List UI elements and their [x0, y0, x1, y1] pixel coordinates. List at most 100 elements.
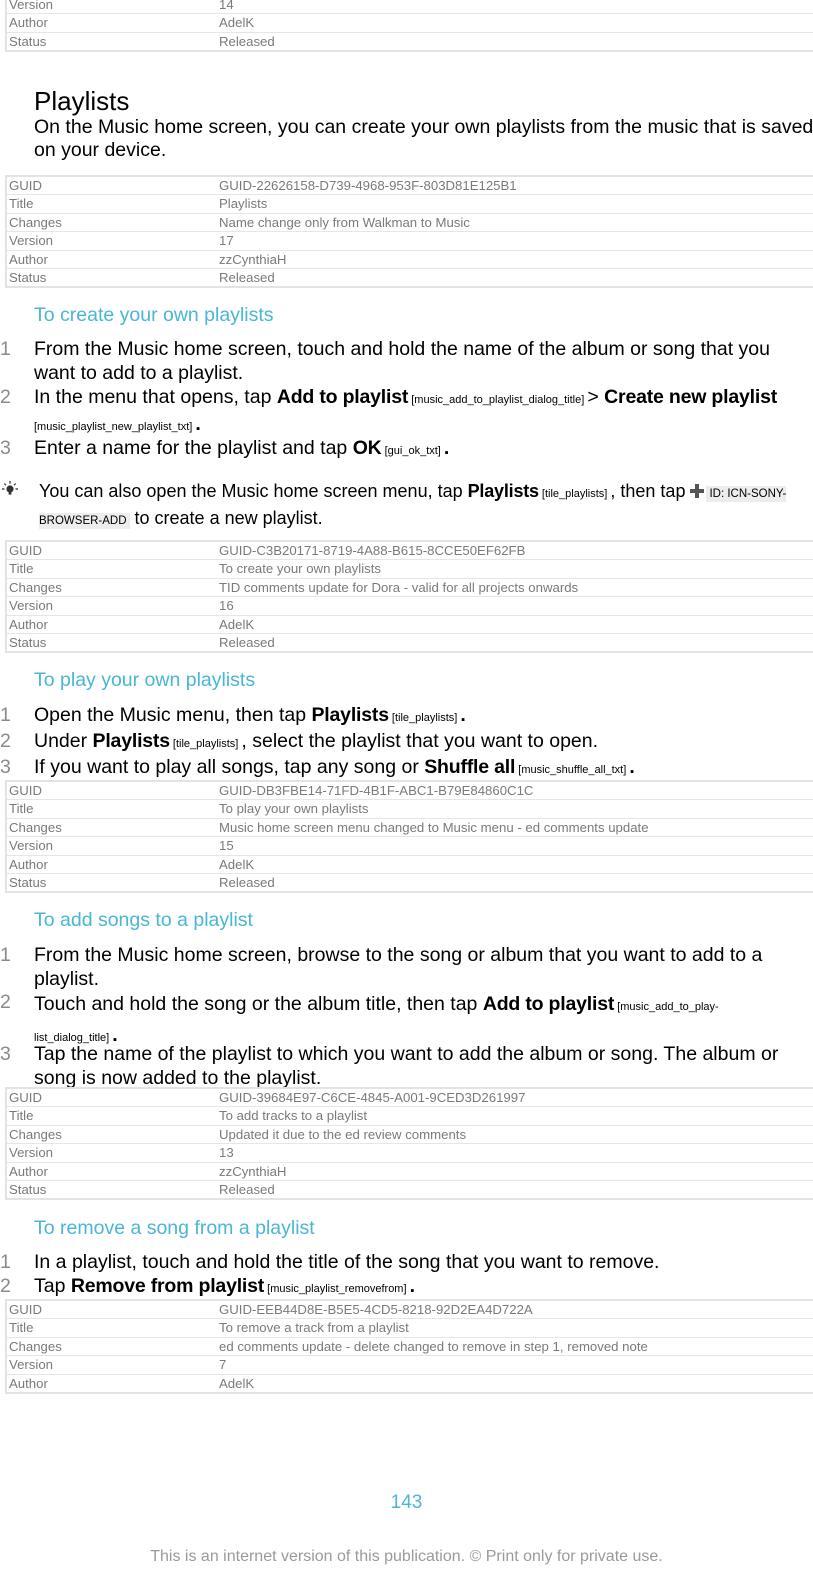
metadata-key: Author: [9, 1375, 48, 1391]
step-number: 2: [0, 730, 11, 752]
step-text: Enter a name for the playlist and tap OK…: [34, 436, 780, 463]
metadata-key: GUID: [9, 178, 42, 193]
step-text-part: , select the playlist that you want to o…: [241, 730, 599, 752]
metadata-value: GUID-EEB44D8E-B5E5-4CD5-8218-92D2EA4D722…: [219, 1302, 533, 1317]
metadata-value: AdelK: [219, 15, 255, 31]
step-number: 3: [0, 756, 11, 778]
heading-create-playlists: To create your own playlists: [34, 304, 274, 326]
metadata-value: 13: [219, 1145, 234, 1161]
metadata-row: Changes TID comments update for Dora - va…: [7, 577, 813, 596]
step-text-part: Tap: [34, 1275, 71, 1297]
step-text-part: Touch and hold the song or the album tit…: [34, 993, 483, 1015]
metadata-key: Version: [9, 598, 53, 614]
metadata-row: Title Playlists: [7, 194, 813, 212]
play-step-2: 2 Under Playlists [tile_playlists] , sel…: [0, 729, 780, 756]
metadata-row: Changes ed comments update - delete chang…: [7, 1336, 813, 1355]
step-text: From the Music home screen, browse to th…: [34, 944, 763, 990]
metadata-value: 16: [219, 598, 234, 614]
metadata-value: Updated it due to the ed review comments: [219, 1126, 467, 1142]
metadata-value: To remove a track from a playlist: [219, 1320, 409, 1336]
step-number: 2: [0, 991, 11, 1013]
metadata-row: Status Released: [7, 31, 813, 50]
heading-remove-song: To remove a song from a playlist: [34, 1217, 315, 1239]
ui-label-create-new-playlist: Create new playlist: [604, 386, 778, 408]
string-id-tag: [music_shuffle_all_txt]: [515, 764, 630, 776]
metadata-key: Author: [9, 856, 48, 872]
metadata-row: Author AdelK: [7, 614, 813, 633]
page-number: 143: [390, 1492, 423, 1513]
metadata-table-playlists: GUID GUID-22626158-D739-4968-953F-803D81E…: [5, 175, 813, 289]
play-step-3: 3 If you want to play all songs, tap any…: [0, 755, 780, 782]
metadata-value: GUID-DB3FBE14-71FD-4B1F-ABC1-B79E84860C1…: [219, 783, 534, 798]
metadata-key: Status: [9, 874, 47, 890]
metadata-row: Author zzCynthiaH: [7, 249, 813, 268]
step-number: 3: [0, 1043, 11, 1065]
metadata-value: AdelK: [219, 616, 255, 632]
metadata-value: AdelK: [219, 856, 255, 872]
metadata-row: Version 16: [7, 596, 813, 614]
metadata-table-add: GUID GUID-39684E97-C6CE-4845-A001-9CED3D2…: [5, 1087, 813, 1201]
metadata-key: Changes: [9, 214, 62, 230]
ui-label-ok: OK: [352, 437, 382, 459]
ui-label-add-to-playlist: Add to playlist: [276, 386, 409, 408]
ui-label-remove-from-playlist: Remove from playlist: [70, 1275, 265, 1297]
metadata-key: Author: [9, 251, 48, 267]
string-id-tag: [music_add_to_playlist_dialog_title]: [408, 394, 588, 406]
step-text-part: .: [629, 756, 635, 778]
step-number: 1: [0, 704, 11, 726]
metadata-key: GUID: [9, 783, 42, 798]
metadata-row: GUID GUID-EEB44D8E-B5E5-4CD5-8218-92D2EA4…: [7, 1301, 813, 1318]
create-step-1: 1 From the Music home screen, touch and …: [0, 337, 780, 385]
metadata-value: Playlists: [219, 196, 268, 212]
metadata-row: Version 15: [7, 836, 813, 854]
metadata-row: Status Released: [7, 872, 813, 891]
lightbulb-icon: [2, 481, 18, 495]
step-text-part: Enter a name for the playlist and tap: [34, 437, 353, 459]
metadata-key: Title: [9, 801, 34, 817]
tip-text-part: to create a new playlist.: [129, 508, 323, 528]
metadata-table-create: GUID GUID-C3B20171-8719-4A88-B615-8CCE50E…: [5, 540, 813, 654]
metadata-value: GUID-22626158-D739-4968-953F-803D81E125B…: [219, 178, 517, 193]
metadata-value: GUID-C3B20171-8719-4A88-B615-8CCE50EF62F…: [219, 543, 526, 558]
metadata-key: Version: [9, 838, 53, 854]
metadata-key: Version: [9, 233, 53, 249]
metadata-row: GUID GUID-22626158-D739-4968-953F-803D81E…: [7, 177, 813, 194]
metadata-value: 7: [219, 1357, 227, 1373]
heading-play-playlists: To play your own playlists: [34, 669, 256, 691]
metadata-row: Changes Music home screen menu changed to…: [7, 817, 813, 836]
step-text-part: >: [587, 386, 605, 408]
metadata-key: Changes: [9, 579, 62, 595]
metadata-value: AdelK: [219, 1375, 255, 1391]
step-text-part: .: [195, 413, 201, 435]
metadata-value: Released: [219, 33, 275, 49]
metadata-value: Released: [219, 634, 275, 650]
metadata-value: Released: [219, 269, 275, 285]
step-text-part: Under: [34, 730, 93, 752]
remove-step-1: 1 In a playlist, touch and hold the titl…: [0, 1250, 780, 1274]
step-text-part: Open the Music menu, then tap: [34, 704, 312, 726]
metadata-table-remove: GUID GUID-EEB44D8E-B5E5-4CD5-8218-92D2EA4…: [5, 1299, 813, 1394]
metadata-row: Status Released: [7, 267, 813, 286]
playlists-intro: On the Music home screen, you can create…: [34, 116, 813, 161]
ui-label-playlists: Playlists: [467, 481, 539, 501]
heading-add-songs: To add songs to a playlist: [34, 909, 253, 931]
metadata-row: Title To remove a track from a playlist: [7, 1318, 813, 1336]
metadata-row: GUID GUID-DB3FBE14-71FD-4B1F-ABC1-B79E848…: [7, 782, 813, 799]
ui-label-playlists: Playlists: [311, 704, 390, 726]
metadata-row: Changes Name change only from Walkman to …: [7, 212, 813, 231]
metadata-row: Author zzCynthiaH: [7, 1161, 813, 1180]
metadata-key: Title: [9, 196, 34, 212]
metadata-row: GUID GUID-C3B20171-8719-4A88-B615-8CCE50E…: [7, 542, 813, 559]
step-text-part: .: [460, 704, 466, 726]
step-text: In the menu that opens, tap Add to playl…: [34, 385, 780, 439]
metadata-row: Author AdelK: [7, 1373, 813, 1392]
metadata-key: Author: [9, 616, 48, 632]
metadata-row: Version 7: [7, 1355, 813, 1373]
ui-label-playlists: Playlists: [92, 730, 171, 752]
step-number: 2: [0, 386, 11, 408]
metadata-key: Changes: [9, 1126, 62, 1142]
string-id-tag: [music_playlist_removefrom]: [264, 1283, 410, 1295]
tip-text-part: , then tap: [610, 481, 691, 501]
create-step-2: 2 In the menu that opens, tap Add to pla…: [0, 385, 780, 439]
metadata-key: Status: [9, 269, 47, 285]
